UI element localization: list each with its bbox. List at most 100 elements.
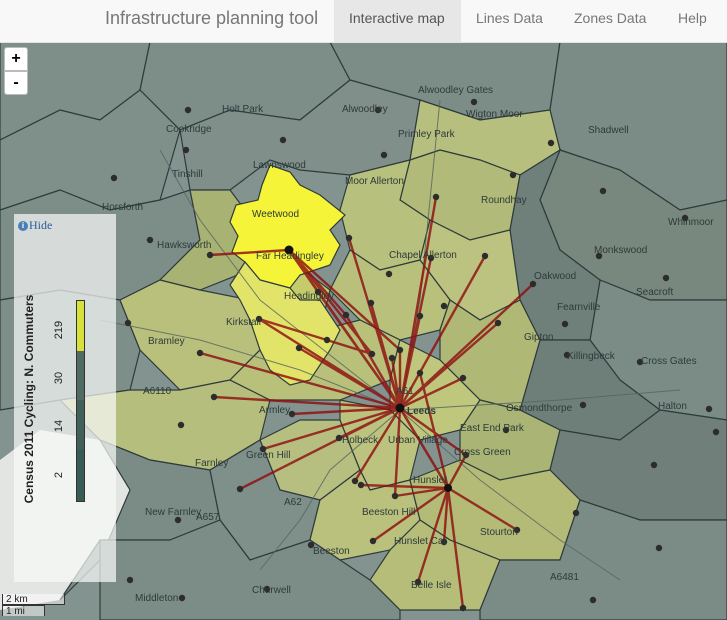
place-label: Killingbeck — [567, 351, 616, 362]
place-label: Middleton — [135, 593, 178, 604]
centroid-marker — [182, 146, 190, 154]
centroid-marker — [385, 270, 393, 278]
centroid-marker — [391, 492, 399, 500]
place-label: Urban Village — [388, 435, 448, 446]
legend-color-swatch — [76, 300, 85, 352]
centroid-marker — [650, 461, 658, 469]
centroid-marker — [662, 274, 670, 282]
centroid-marker — [396, 346, 404, 354]
place-label: Farnley — [195, 458, 228, 469]
centroid-marker — [481, 252, 489, 260]
legend-hide-link[interactable]: i Hide — [18, 218, 52, 233]
legend-color-swatch — [76, 449, 85, 502]
centroid-marker — [440, 302, 448, 310]
legend-tick-label: 30 — [53, 371, 65, 385]
tab-zones-data[interactable]: Zones Data — [559, 0, 663, 42]
place-label: Cross Green — [454, 447, 511, 458]
centroid-marker — [432, 193, 440, 201]
legend-tick-label: 14 — [53, 419, 65, 433]
centroid-marker — [124, 319, 132, 327]
place-label: Churwell — [252, 585, 291, 596]
place-label: Monkswood — [594, 245, 647, 256]
legend-tick-label: 2 — [53, 471, 65, 479]
place-label: Hunslet — [413, 475, 447, 486]
place-label: Belle Isle — [411, 580, 452, 591]
centroid-marker — [416, 312, 424, 320]
centroid-marker — [712, 428, 720, 436]
place-label: Moor Allerton — [345, 176, 404, 187]
tab-interactive-map[interactable]: Interactive map — [334, 0, 461, 42]
centroid-marker — [236, 485, 244, 493]
centroid-marker — [342, 311, 350, 319]
zoom-out-button[interactable]: - — [4, 71, 28, 95]
place-label: Green Hill — [246, 450, 290, 461]
scale-mi: 1 mi — [2, 605, 45, 617]
place-label: New Farnley — [145, 507, 201, 518]
place-label: Weetwood — [252, 209, 299, 220]
app-brand[interactable]: Infrastructure planning tool — [105, 8, 318, 29]
centroid-marker — [369, 537, 377, 545]
legend-color-swatch — [76, 400, 85, 450]
place-label: A6110 — [143, 386, 172, 397]
tab-help[interactable]: Help — [663, 0, 723, 42]
place-label: A6481 — [550, 572, 579, 583]
place-label: Beeston Hill — [362, 507, 415, 518]
place-label: Kirkstall — [226, 317, 261, 328]
centroid-marker — [589, 596, 597, 604]
centroid-marker — [206, 251, 214, 259]
centroid-marker — [323, 336, 331, 344]
centroid-marker — [177, 421, 185, 429]
centroid-marker — [599, 187, 607, 195]
place-label: Roundhay — [481, 195, 527, 206]
centroid-marker — [459, 604, 467, 612]
place-label: Bramley — [148, 336, 185, 347]
place-label: Osmondthorpe — [506, 403, 573, 414]
place-label: Armley — [259, 405, 290, 416]
navbar: Infrastructure planning tool Interactive… — [0, 0, 727, 43]
centroid-marker — [388, 354, 396, 362]
centroid-marker — [368, 350, 376, 358]
centroid-marker — [210, 393, 218, 401]
centroid-marker — [345, 234, 353, 242]
legend-color-swatch — [76, 351, 85, 401]
place-label: Holt Park — [222, 104, 264, 115]
centroid-marker — [351, 477, 359, 485]
legend-hide-label[interactable]: Hide — [29, 218, 52, 232]
centroid-marker — [295, 344, 303, 352]
centroid-marker — [509, 171, 517, 179]
place-label: Seacroft — [636, 287, 673, 298]
centroid-marker — [279, 136, 287, 144]
centroid-marker — [126, 576, 134, 584]
place-label: Tinshill — [172, 169, 203, 180]
legend-panel: i Hide Census 2011 Cycling: N. Commuters … — [14, 214, 116, 582]
tab-lines-data[interactable]: Lines Data — [461, 0, 559, 42]
info-icon: i — [18, 221, 28, 232]
place-label: Cross Gates — [641, 356, 697, 367]
centroid-marker — [184, 106, 192, 114]
centroid-marker — [395, 403, 405, 413]
legend-tick-label: 219 — [53, 320, 65, 340]
centroid-marker — [178, 594, 186, 602]
place-label: Oakwood — [534, 271, 576, 282]
centroid-marker — [494, 319, 502, 327]
place-label: Fearnville — [557, 302, 601, 313]
centroid-marker — [655, 544, 663, 552]
place-label: Wigton Moor — [466, 109, 523, 120]
place-label: Horsforth — [102, 202, 143, 213]
place-label: Far Headingley — [256, 251, 324, 262]
centroid-marker — [561, 320, 569, 328]
zoom-in-button[interactable]: + — [4, 47, 28, 71]
centroid-marker — [367, 299, 375, 307]
centroid-marker — [196, 349, 204, 357]
place-label: Leeds — [407, 406, 436, 417]
place-label: Hawksworth — [157, 240, 211, 251]
place-label: Hunslet Car — [394, 536, 447, 547]
centroid-marker — [470, 98, 478, 106]
centroid-marker — [146, 236, 154, 244]
place-label: A62 — [284, 497, 302, 508]
place-label: Holbeck — [342, 435, 379, 446]
centroid-marker — [705, 405, 713, 413]
centroid-marker — [547, 139, 555, 147]
place-label: Cookridge — [166, 124, 212, 135]
place-label: Lawnswood — [253, 160, 306, 171]
